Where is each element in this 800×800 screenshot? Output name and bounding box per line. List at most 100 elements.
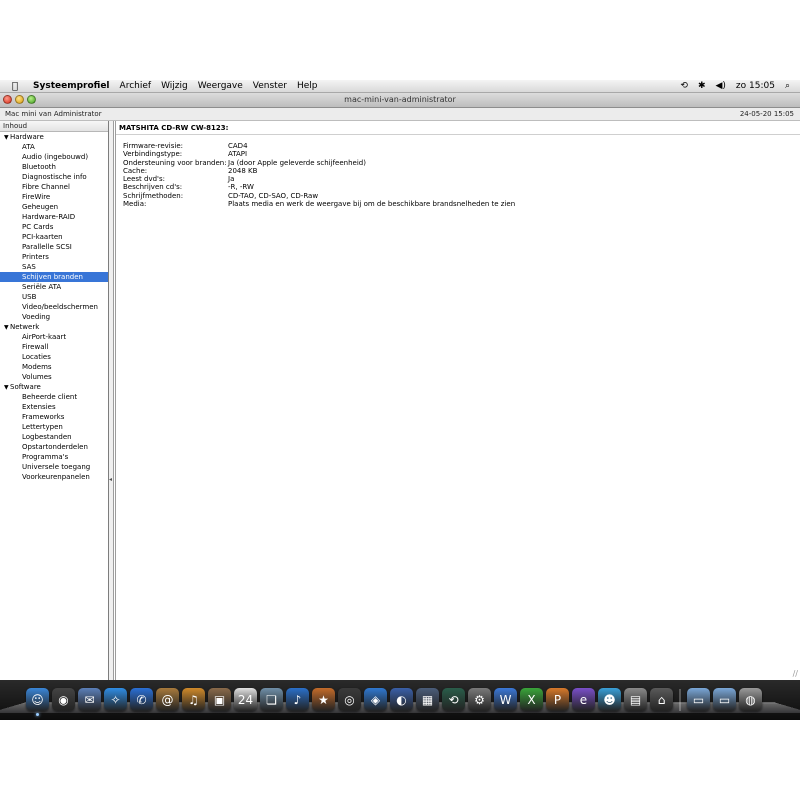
iweb-icon[interactable]: ◈ xyxy=(364,688,387,711)
dock-separator[interactable] xyxy=(679,689,681,711)
sidebar-item[interactable]: PC Cards xyxy=(0,222,108,232)
address-book-icon[interactable]: @ xyxy=(156,688,179,711)
word-icon[interactable]: W xyxy=(494,688,517,711)
ichat-icon[interactable]: ✆ xyxy=(130,688,153,711)
iphoto-icon[interactable]: ▣ xyxy=(208,688,231,711)
device-properties: Firmware-revisie: CAD4 Verbindingstype: ATA… xyxy=(123,142,515,208)
volume-icon[interactable]: ◀) xyxy=(715,80,725,93)
sidebar-item[interactable]: Universele toegang xyxy=(0,462,108,472)
sidebar-item[interactable]: Seriële ATA xyxy=(0,282,108,292)
sidebar-item[interactable]: Locaties xyxy=(0,352,108,362)
sidebar-item[interactable]: Programma's xyxy=(0,452,108,462)
running-indicator-icon xyxy=(36,713,39,716)
detail-pane: MATSHITA CD-RW CW-8123: Firmware-revisie… xyxy=(115,121,800,680)
sidebar-group-netwerk[interactable]: ▼Netwerk xyxy=(0,322,108,332)
sidebar-item[interactable]: Fibre Channel xyxy=(0,182,108,192)
property-key: Verbindingstype: xyxy=(123,150,183,159)
powerpoint-icon[interactable]: P xyxy=(546,688,569,711)
bluetooth-icon[interactable]: ✱ xyxy=(698,80,706,93)
time-machine-icon[interactable]: ⟲ xyxy=(442,688,465,711)
divider-grip-icon[interactable]: ◂ xyxy=(109,476,112,483)
time-machine-status-icon[interactable]: ⟲ xyxy=(680,80,688,93)
sidebar-item[interactable]: Video/beeldschermen xyxy=(0,302,108,312)
mail-icon[interactable]: ✉ xyxy=(78,688,101,711)
sidebar-item[interactable]: Voeding xyxy=(0,312,108,322)
system-preferences-icon[interactable]: ⚙ xyxy=(468,688,491,711)
ical-icon[interactable]: 24 xyxy=(234,688,257,711)
preview-icon[interactable]: ❏ xyxy=(260,688,283,711)
computer-name-bar: Mac mini van Administrator 24-05-20 15:0… xyxy=(0,108,800,121)
sidebar-item[interactable]: Audio (ingebouwd) xyxy=(0,152,108,162)
menu-clock[interactable]: zo 15:05 xyxy=(736,80,775,93)
sidebar-group-label: Software xyxy=(10,383,41,391)
sidebar-item[interactable]: Voorkeurenpanelen xyxy=(0,472,108,482)
sidebar-item[interactable]: Firewall xyxy=(0,342,108,352)
menu-app-name[interactable]: Systeemprofiel xyxy=(33,80,110,93)
property-key: Firmware-revisie: xyxy=(123,142,183,150)
imovie-icon[interactable]: ★ xyxy=(312,688,335,711)
property-row: Media: Plaats media en werk de weergave b… xyxy=(123,200,515,208)
directory-utility-icon[interactable]: ⌂ xyxy=(650,688,673,711)
menu-archief[interactable]: Archief xyxy=(120,80,152,93)
spaces-icon[interactable]: ▦ xyxy=(416,688,439,711)
sidebar-group-hardware[interactable]: ▼Hardware xyxy=(0,132,108,142)
property-value: CD-TAO, CD-SAO, CD-Raw xyxy=(228,191,319,200)
sidebar-item[interactable]: Printers xyxy=(0,252,108,262)
sidebar-item[interactable]: Logbestanden xyxy=(0,432,108,442)
menu-help[interactable]: Help xyxy=(297,80,318,93)
device-title: MATSHITA CD-RW CW-8123: xyxy=(116,121,800,135)
sidebar-item[interactable]: Volumes xyxy=(0,372,108,382)
sidebar-item[interactable]: PCI-kaarten xyxy=(0,232,108,242)
menu-venster[interactable]: Venster xyxy=(253,80,287,93)
entourage-icon[interactable]: e xyxy=(572,688,595,711)
sidebar-item[interactable]: AirPort-kaart xyxy=(0,332,108,342)
sidebar-list: ▼Hardware ATA Audio (ingebouwd) Bluetooth Di… xyxy=(0,132,108,482)
menu-wijzig[interactable]: Wijzig xyxy=(161,80,188,93)
sidebar-item[interactable]: Parallelle SCSI xyxy=(0,242,108,252)
documents-folder-icon[interactable]: ▭ xyxy=(713,688,736,711)
garageband-icon[interactable]: ♫ xyxy=(182,688,205,711)
messenger-icon[interactable]: ☻ xyxy=(598,688,621,711)
sidebar-item[interactable]: ATA xyxy=(0,142,108,152)
sidebar-item[interactable]: Beheerde client xyxy=(0,392,108,402)
property-row: Leest dvd's: Ja xyxy=(123,175,515,183)
property-key: Schrijfmethoden: xyxy=(123,191,184,200)
sidebar-item[interactable]: USB xyxy=(0,292,108,302)
spotlight-search-icon[interactable]: ⌕ xyxy=(785,80,790,93)
itunes-icon[interactable]: ♪ xyxy=(286,688,309,711)
sidebar-item[interactable]: Extensies xyxy=(0,402,108,412)
close-button[interactable] xyxy=(3,95,12,104)
menu-bar: ︎ Systeemprofiel Archief Wijzig Weergav… xyxy=(0,80,800,93)
sidebar-item[interactable]: Frameworks xyxy=(0,412,108,422)
sidebar-item[interactable]: Geheugen xyxy=(0,202,108,212)
menu-weergave[interactable]: Weergave xyxy=(198,80,243,93)
dashboard-icon[interactable]: ◉ xyxy=(52,688,75,711)
safari-icon[interactable]: ✧ xyxy=(104,688,127,711)
system-profiler-icon[interactable]: ▤ xyxy=(624,688,647,711)
report-date: 24-05-20 15:05 xyxy=(739,110,794,118)
zoom-button[interactable] xyxy=(27,95,36,104)
minimize-button[interactable] xyxy=(15,95,24,104)
sidebar-item[interactable]: Opstartonderdelen xyxy=(0,442,108,452)
excel-icon[interactable]: X xyxy=(520,688,543,711)
split-view-divider[interactable]: ◂ xyxy=(109,121,114,680)
sidebar-item[interactable]: Diagnostische info xyxy=(0,172,108,182)
finder-icon[interactable]: ☺ xyxy=(26,688,49,716)
sidebar-header[interactable]: Inhoud xyxy=(0,121,108,132)
sidebar-item[interactable]: Modems xyxy=(0,362,108,372)
sidebar-item[interactable]: Lettertypen xyxy=(0,422,108,432)
applications-folder-icon[interactable]: ▭ xyxy=(687,688,710,711)
sidebar-item[interactable]: FireWire xyxy=(0,192,108,202)
contents-sidebar[interactable]: Inhoud ▼Hardware ATA Audio (ingebouwd) Blue… xyxy=(0,121,109,680)
sidebar-group-software[interactable]: ▼Software xyxy=(0,382,108,392)
dvd-player-icon[interactable]: ◎ xyxy=(338,688,361,711)
sidebar-item[interactable]: Hardware-RAID xyxy=(0,212,108,222)
sidebar-item[interactable]: Bluetooth xyxy=(0,162,108,172)
resize-handle-icon[interactable]: ∕∕ xyxy=(793,669,798,678)
trash-icon[interactable]: ◍ xyxy=(739,688,762,711)
apple-menu-icon[interactable]: ︎ xyxy=(12,80,18,93)
idvd-icon[interactable]: ◐ xyxy=(390,688,413,711)
sidebar-item[interactable]: SAS xyxy=(0,262,108,272)
sidebar-item[interactable]: Schijven branden xyxy=(0,272,108,282)
property-key: Ondersteuning voor branden: xyxy=(123,158,227,167)
